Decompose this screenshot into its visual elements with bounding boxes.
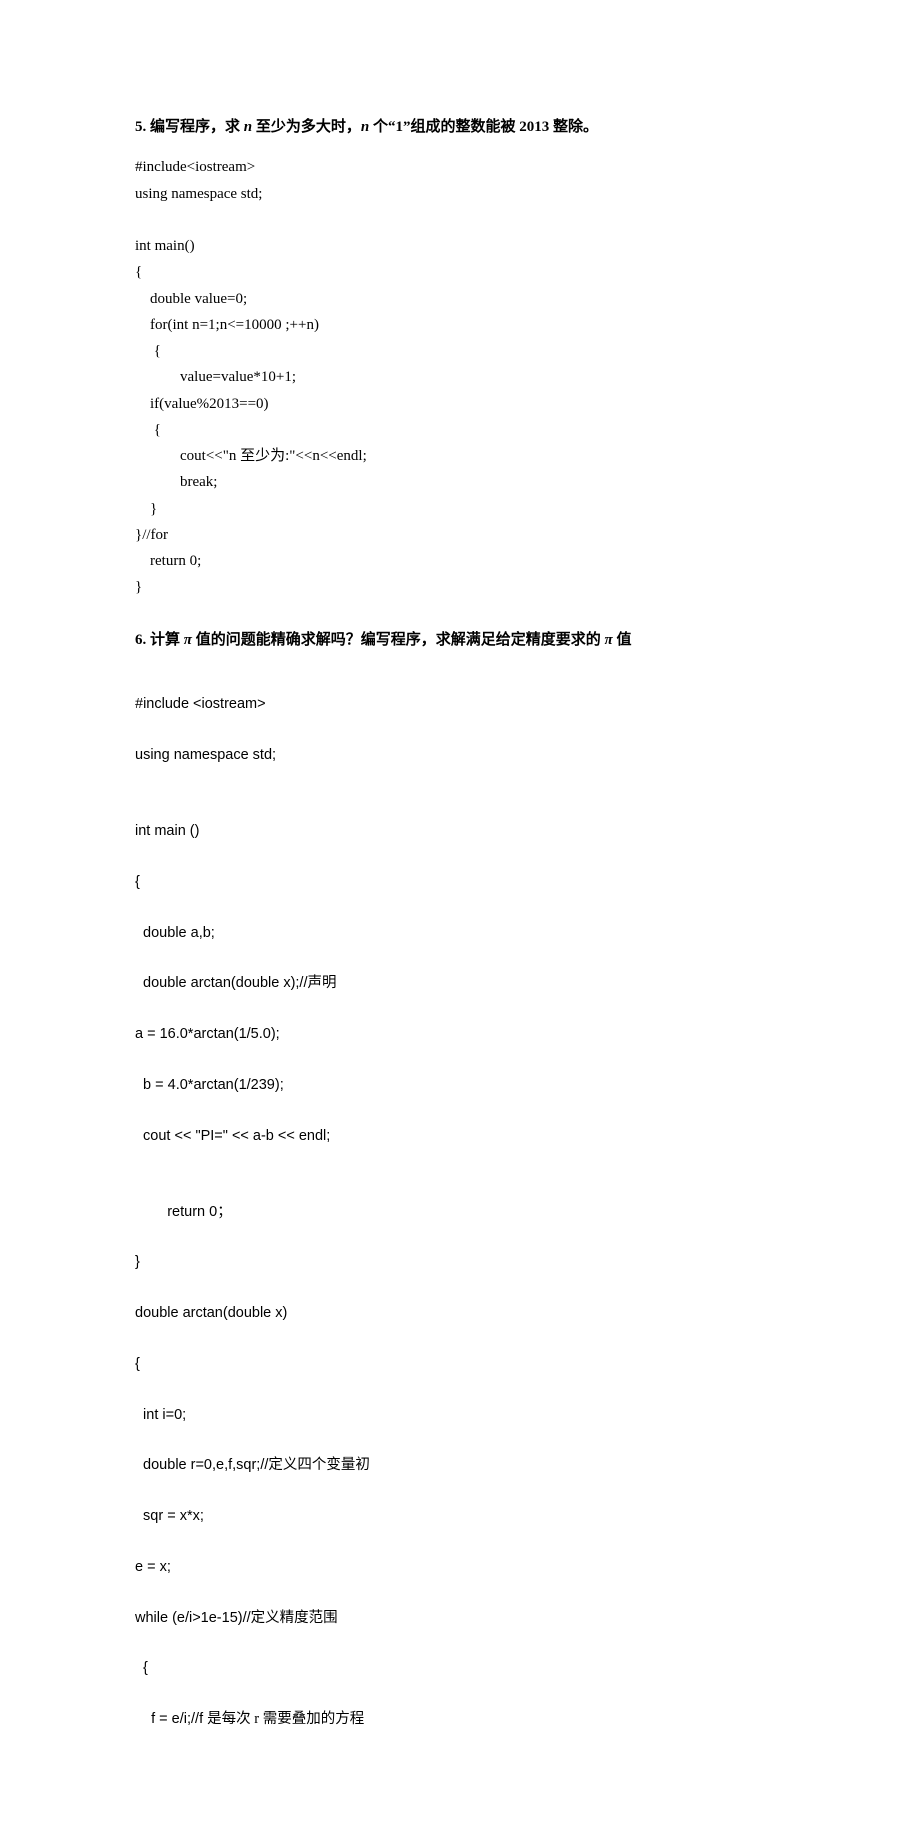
q5-heading-mid: 至少为多大时， — [252, 119, 361, 135]
code-line: while (e/i>1e-15)//定义精度范围 — [135, 1606, 785, 1631]
q6-pi-2: π — [604, 632, 612, 648]
code-line: sqr = x*x; — [135, 1504, 785, 1529]
code-line: double a,b; — [135, 921, 785, 946]
q5-heading-mid2: 个“1”组成的整数能被 2013 整除。 — [369, 119, 598, 135]
code-line: cout << "PI=" << a-b << endl; — [135, 1124, 785, 1149]
code-line: { — [135, 870, 785, 895]
q5-heading-pre: 5. 编写程序，求 — [135, 119, 244, 135]
code-comment: 是每次 r 需要叠加的方程 — [207, 1711, 364, 1727]
code-line: #include <iostream> — [135, 692, 785, 717]
q6-heading: 6. 计算 π 值的问题能精确求解吗？编写程序，求解满足给定精度要求的 π 值 — [135, 627, 785, 653]
code-line: b = 4.0*arctan(1/239); — [135, 1073, 785, 1098]
q5-code: #include<iostream> using namespace std; … — [135, 154, 785, 600]
code-line: using namespace std; — [135, 743, 785, 768]
q6-heading-pre: 6. 计算 — [135, 632, 184, 648]
code-text: f = e/i;//f — [135, 1711, 207, 1727]
code-line: a = 16.0*arctan(1/5.0); — [135, 1022, 785, 1047]
code-line: double arctan(double x) — [135, 1301, 785, 1326]
q6-code: #include <iostream> using namespace std;… — [135, 667, 785, 1784]
code-line: e = x; — [135, 1555, 785, 1580]
code-line: int i=0; — [135, 1403, 785, 1428]
code-line: f = e/i;//f 是每次 r 需要叠加的方程 — [135, 1707, 785, 1732]
document-page: 5. 编写程序，求 n 至少为多大时，n 个“1”组成的整数能被 2013 整除… — [0, 0, 920, 1843]
code-line: int main () — [135, 819, 785, 844]
code-text: while (e/i>1e-15)// — [135, 1610, 251, 1626]
q6-heading-end: 值 — [613, 632, 632, 648]
q5-var-1: n — [244, 119, 252, 135]
code-line: } — [135, 1250, 785, 1275]
code-line: return 0； — [135, 1200, 785, 1225]
code-text: double arctan(double x);// — [135, 975, 308, 991]
q5-var-2: n — [361, 119, 369, 135]
code-line: { — [135, 1352, 785, 1377]
q6-heading-mid: 值的问题能精确求解吗？编写程序，求解满足给定精度要求的 — [192, 632, 605, 648]
code-line: double arctan(double x);//声明 — [135, 971, 785, 996]
q5-heading: 5. 编写程序，求 n 至少为多大时，n 个“1”组成的整数能被 2013 整除… — [135, 114, 785, 140]
q6-pi-1: π — [184, 632, 192, 648]
code-comment: 定义精度范围 — [251, 1610, 338, 1626]
code-text: double r=0,e,f,sqr;// — [135, 1457, 268, 1473]
code-line: { — [135, 1656, 785, 1681]
code-comment: 定义四个变量初 — [268, 1457, 370, 1473]
code-line: double r=0,e,f,sqr;//定义四个变量初 — [135, 1453, 785, 1478]
code-comment: 声明 — [308, 975, 337, 991]
